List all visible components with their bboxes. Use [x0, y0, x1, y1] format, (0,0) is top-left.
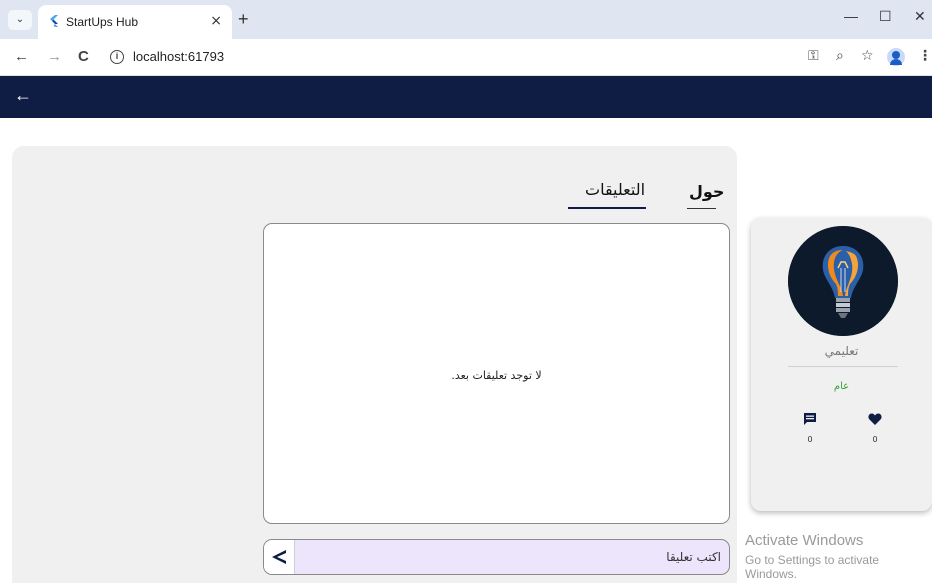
maximize-button[interactable]: ☐ [879, 8, 892, 25]
browser-toolbar: ← → C i localhost:61793 ⚿ ⌕ ☆ ⋮ [0, 39, 932, 76]
startup-logo [788, 226, 898, 336]
flutter-favicon-icon [50, 15, 58, 27]
tab-comments[interactable]: التعليقات [585, 180, 645, 199]
zoom-icon[interactable]: ⌕ [836, 48, 844, 64]
comment-input-bar [263, 539, 730, 575]
activate-windows-subtitle: Go to Settings to activate Windows. [745, 553, 880, 581]
startup-category: عام [833, 381, 850, 392]
menu-dots-icon[interactable]: ⋮ [918, 48, 932, 64]
new-tab-button[interactable]: + [238, 9, 249, 30]
send-arrow-icon [272, 550, 286, 564]
browser-back-button[interactable]: ← [14, 48, 29, 65]
app-bar: ← [0, 76, 932, 118]
startup-card[interactable]: تعليمي عام 0 0 [751, 218, 932, 511]
activate-windows-title: Activate Windows [745, 532, 864, 549]
reload-button[interactable]: C [78, 48, 89, 65]
address-bar[interactable]: localhost:61793 [133, 49, 224, 64]
startup-name: تعليمي [824, 344, 859, 358]
comment-input[interactable] [299, 540, 724, 574]
tab-comments-indicator [568, 207, 646, 209]
comment-icon[interactable] [803, 412, 817, 426]
lightbulb-icon [788, 226, 898, 336]
empty-comments-message: لا توجد تعليقات بعد. [451, 369, 542, 382]
tab-about[interactable]: حول [689, 182, 724, 201]
heart-icon[interactable] [868, 412, 882, 426]
bookmark-star-icon[interactable]: ☆ [861, 48, 874, 64]
comment-count: 0 [807, 435, 813, 444]
profile-avatar-icon[interactable] [887, 48, 905, 66]
send-button[interactable] [264, 540, 295, 574]
tab-about-underline [687, 208, 716, 209]
details-panel: حول التعليقات لا توجد تعليقات بعد. [12, 146, 737, 583]
card-divider [788, 366, 898, 367]
browser-tab[interactable]: StartUps Hub × [38, 5, 232, 39]
site-info-icon[interactable]: i [110, 50, 124, 64]
back-arrow-icon[interactable]: ← [14, 85, 32, 106]
minimize-button[interactable]: — [844, 8, 858, 24]
tab-title: StartUps Hub [66, 15, 139, 29]
tab-close-icon[interactable]: × [210, 13, 222, 29]
browser-forward-button[interactable]: → [47, 48, 62, 65]
browser-tab-strip: ⌄ StartUps Hub × + — ☐ ✕ [0, 0, 932, 39]
close-window-button[interactable]: ✕ [914, 8, 926, 25]
like-count: 0 [872, 435, 878, 444]
comments-list: لا توجد تعليقات بعد. [263, 223, 730, 524]
password-key-icon[interactable]: ⚿ [808, 48, 819, 64]
tab-list-button[interactable]: ⌄ [8, 10, 32, 30]
